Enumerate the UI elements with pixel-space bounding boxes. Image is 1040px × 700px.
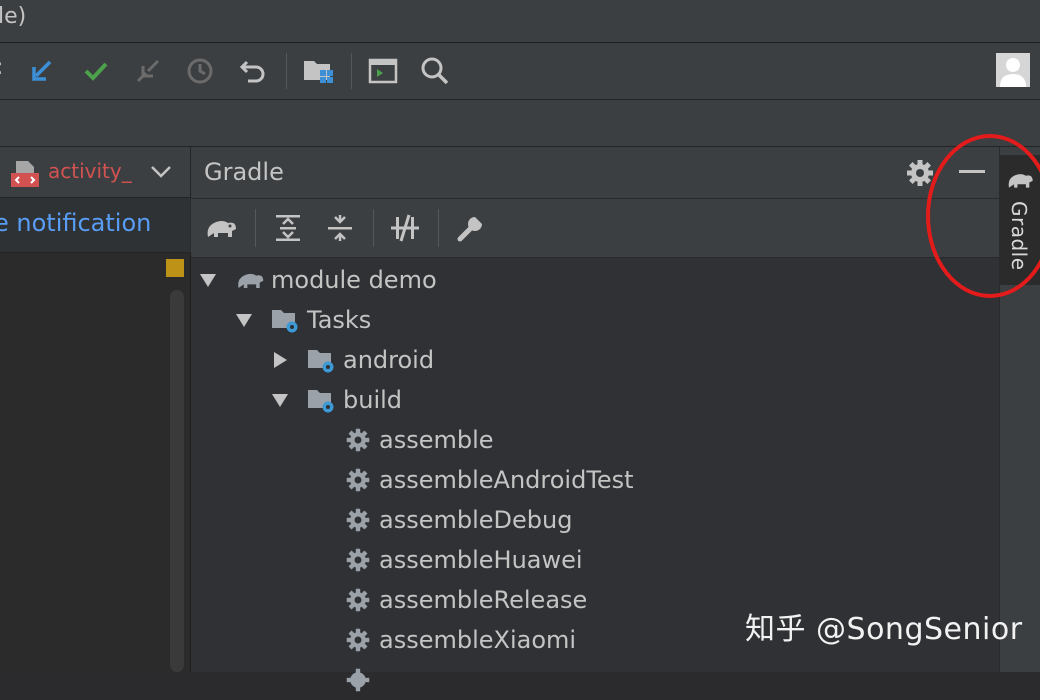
vcs-update-button[interactable] xyxy=(22,51,62,91)
title-bar: le) xyxy=(0,0,1040,43)
toolbar-separator xyxy=(438,209,439,247)
gear-icon xyxy=(343,425,373,455)
gear-icon xyxy=(343,625,373,655)
revert-button[interactable] xyxy=(233,51,273,91)
expand-arrow-icon[interactable] xyxy=(235,311,253,329)
tree-node-label: module demo xyxy=(271,266,437,294)
tree-node-module[interactable]: module demo xyxy=(199,260,437,300)
revert-icon xyxy=(239,60,265,83)
elephant-icon xyxy=(207,221,236,237)
tree-task-item[interactable]: assembleHuawei xyxy=(343,540,583,580)
editor-scrollbar[interactable] xyxy=(170,290,184,672)
tree-node-label: build xyxy=(343,386,403,414)
vcs-commit-button[interactable] xyxy=(76,51,116,91)
refresh-gradle-button[interactable] xyxy=(201,208,241,248)
vcs-commit-icon xyxy=(84,62,108,81)
toolbar-separator xyxy=(286,53,287,89)
search-button[interactable] xyxy=(415,51,455,91)
expand-arrow-icon[interactable] xyxy=(271,391,289,409)
tree-task-item-partial[interactable] xyxy=(343,660,379,700)
expand-arrow-icon[interactable] xyxy=(199,271,217,289)
tree-node-label: Tasks xyxy=(307,306,372,334)
vcs-merge-icon xyxy=(136,59,160,83)
warning-marker[interactable] xyxy=(166,259,184,277)
gradle-toolbar xyxy=(191,199,999,258)
task-label: assembleHuawei xyxy=(379,546,583,574)
terminal-icon xyxy=(368,58,398,84)
editor-area[interactable] xyxy=(0,253,191,672)
layout-file-icon xyxy=(11,161,39,187)
vcs-merge-button[interactable] xyxy=(128,51,168,91)
elephant-icon xyxy=(235,265,265,295)
history-button[interactable] xyxy=(180,51,220,91)
gradle-panel-header: Gradle xyxy=(191,147,999,199)
user-avatar-button[interactable] xyxy=(996,53,1030,87)
gear-icon xyxy=(343,585,373,615)
toolbar-separator xyxy=(373,209,374,247)
task-label: assembleDebug xyxy=(379,506,573,534)
gear-icon xyxy=(343,465,373,495)
build-settings-button[interactable] xyxy=(451,208,491,248)
wrench-icon xyxy=(457,217,482,242)
tree-node-label: android xyxy=(343,346,435,374)
task-label: assembleAndroidTest xyxy=(379,466,634,494)
gradle-panel-title: Gradle xyxy=(204,158,284,186)
window-title: le) xyxy=(0,4,27,29)
toolbar-separator xyxy=(351,53,352,89)
notification-link[interactable]: e notification xyxy=(0,209,151,237)
toggle-offline-mode-button[interactable] xyxy=(385,208,425,248)
expand-all-icon xyxy=(276,215,300,241)
main-toolbar: : xyxy=(0,43,1040,100)
tree-node-group-android[interactable]: android xyxy=(271,340,434,380)
vcs-update-icon xyxy=(32,60,52,81)
editor-tab-label: activity_ xyxy=(48,159,132,183)
watermark: 知乎 @SongSenior xyxy=(745,612,1023,647)
collapse-all-icon xyxy=(328,215,352,241)
editor-tab[interactable]: activity_ xyxy=(0,147,191,198)
collapse-arrow-icon[interactable] xyxy=(271,351,289,369)
tree-task-item[interactable]: assembleRelease xyxy=(343,580,587,620)
project-structure-button[interactable] xyxy=(298,51,338,91)
tree-task-item[interactable]: assembleAndroidTest xyxy=(343,460,634,500)
gear-icon xyxy=(343,505,373,535)
tree-task-item[interactable]: assembleDebug xyxy=(343,500,572,540)
tree-node-group-build[interactable]: build xyxy=(271,380,402,420)
task-label: assembleRelease xyxy=(379,586,588,614)
notification-bar: e notification xyxy=(0,198,190,253)
task-folder-icon xyxy=(307,385,337,415)
navigation-bar xyxy=(0,100,1040,147)
search-icon xyxy=(421,57,449,85)
gear-icon xyxy=(343,545,373,575)
toolbar-separator xyxy=(255,209,256,247)
vcs-label: : xyxy=(0,55,3,80)
offline-mode-icon xyxy=(391,214,419,242)
task-folder-icon xyxy=(271,305,301,335)
task-label: assemble xyxy=(379,426,494,454)
user-avatar-icon xyxy=(1000,58,1026,87)
tree-task-item[interactable]: assemble xyxy=(343,420,494,460)
collapse-all-button[interactable] xyxy=(320,208,360,248)
expand-all-button[interactable] xyxy=(268,208,308,248)
gear-icon xyxy=(343,665,373,695)
task-folder-icon xyxy=(307,345,337,375)
chevron-down-icon[interactable] xyxy=(150,163,172,181)
task-label: assembleXiaomi xyxy=(379,626,577,654)
tree-node-tasks[interactable]: Tasks xyxy=(235,300,371,340)
tree-task-item[interactable]: assembleXiaomi xyxy=(343,620,576,660)
history-icon xyxy=(187,58,213,84)
terminal-button[interactable] xyxy=(363,51,403,91)
project-structure-icon xyxy=(304,61,333,83)
